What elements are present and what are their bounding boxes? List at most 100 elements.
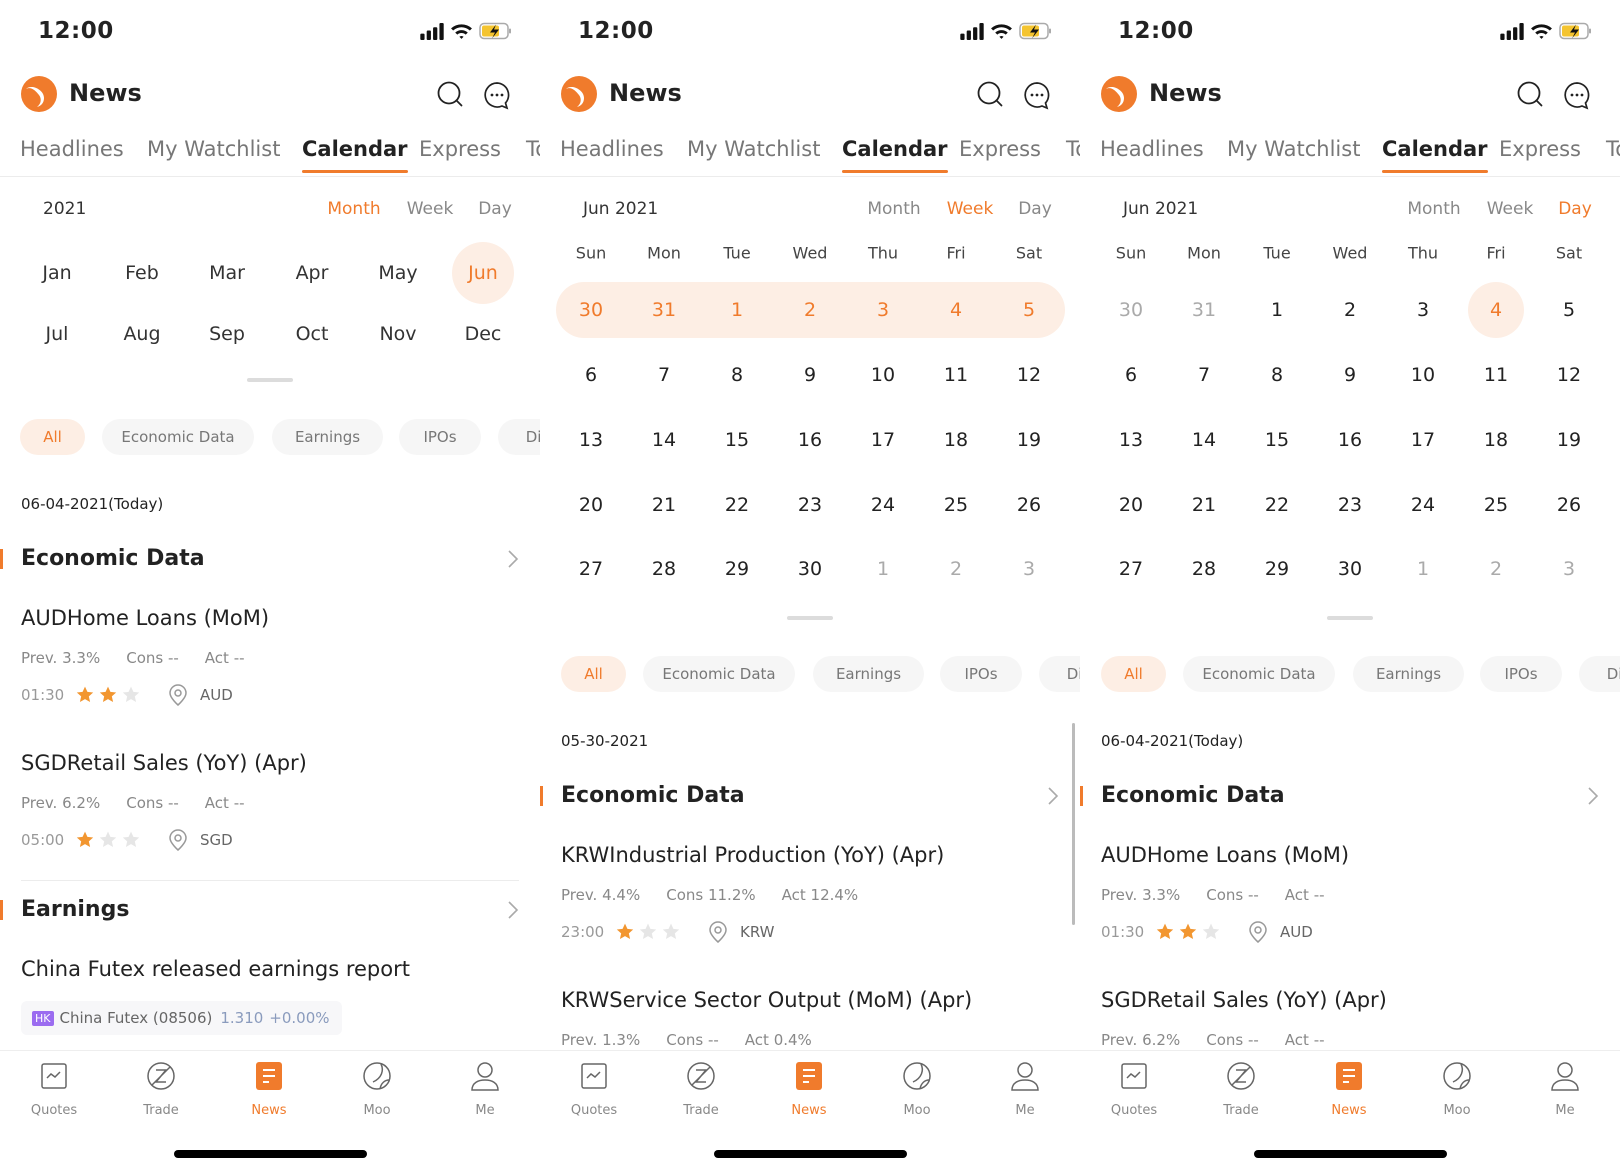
filter-all[interactable]: All	[561, 656, 626, 692]
search-icon[interactable]	[436, 80, 464, 108]
tab-to[interactable]: To	[1606, 137, 1620, 161]
day-cell[interactable]: 5	[1001, 282, 1057, 338]
day-cell[interactable]: 16	[782, 412, 838, 468]
nav-news[interactable]: News	[764, 1058, 854, 1118]
section-header[interactable]: Economic Data	[0, 539, 540, 579]
day-cell[interactable]: 1	[709, 282, 765, 338]
tab-my-watchlist[interactable]: My Watchlist	[147, 137, 280, 161]
nav-quotes[interactable]: Quotes	[1089, 1058, 1179, 1118]
day-cell[interactable]: 17	[1395, 412, 1451, 468]
day-cell[interactable]: 14	[1176, 412, 1232, 468]
day-cell[interactable]: 31	[1176, 282, 1232, 338]
day-cell[interactable]: 4	[928, 282, 984, 338]
day-cell[interactable]: 11	[1468, 347, 1524, 403]
nav-quotes[interactable]: Quotes	[549, 1058, 639, 1118]
day-cell[interactable]: 23	[1322, 477, 1378, 533]
tab-my-watchlist[interactable]: My Watchlist	[687, 137, 820, 161]
day-cell[interactable]: 10	[1395, 347, 1451, 403]
day-cell[interactable]: 22	[1249, 477, 1305, 533]
view-toggle-month[interactable]: Month	[1407, 199, 1460, 219]
day-cell[interactable]: 4	[1468, 282, 1524, 338]
day-cell[interactable]: 8	[1249, 347, 1305, 403]
calendar-drag-handle[interactable]	[787, 616, 833, 620]
day-cell[interactable]: 13	[1103, 412, 1159, 468]
chevron-right-icon[interactable]	[1587, 786, 1599, 806]
filter-economic-data[interactable]: Economic Data	[102, 419, 254, 455]
day-cell[interactable]: 1	[1249, 282, 1305, 338]
nav-trade[interactable]: Trade	[116, 1058, 206, 1118]
filter-earnings[interactable]: Earnings	[1353, 656, 1464, 692]
tab-headlines[interactable]: Headlines	[560, 137, 664, 161]
day-cell[interactable]: 15	[1249, 412, 1305, 468]
day-cell[interactable]: 25	[928, 477, 984, 533]
day-cell[interactable]: 2	[1322, 282, 1378, 338]
nav-news[interactable]: News	[224, 1058, 314, 1118]
view-toggle-month[interactable]: Month	[327, 199, 380, 219]
filter-ipos[interactable]: IPOs	[399, 419, 481, 455]
day-cell[interactable]: 6	[1103, 347, 1159, 403]
day-cell[interactable]: 30	[1322, 541, 1378, 597]
nav-me[interactable]: Me	[1520, 1058, 1610, 1118]
day-cell[interactable]: 18	[1468, 412, 1524, 468]
day-cell[interactable]: 7	[1176, 347, 1232, 403]
day-cell[interactable]: 24	[1395, 477, 1451, 533]
filter-ipos[interactable]: IPOs	[940, 656, 1022, 692]
search-icon[interactable]	[1516, 80, 1544, 108]
day-cell[interactable]: 17	[855, 412, 911, 468]
chevron-right-icon[interactable]	[1047, 786, 1059, 806]
day-cell[interactable]: 30	[563, 282, 619, 338]
view-toggle-week[interactable]: Week	[1487, 199, 1534, 219]
day-cell[interactable]: 22	[709, 477, 765, 533]
day-cell[interactable]: 1	[1395, 541, 1451, 597]
tab-to[interactable]: To	[1066, 137, 1080, 161]
day-cell[interactable]: 29	[709, 541, 765, 597]
chevron-right-icon[interactable]	[507, 549, 519, 569]
day-cell[interactable]: 16	[1322, 412, 1378, 468]
filter-div[interactable]: Div	[498, 419, 540, 455]
day-cell[interactable]: 1	[855, 541, 911, 597]
day-cell[interactable]: 2	[928, 541, 984, 597]
day-cell[interactable]: 8	[709, 347, 765, 403]
nav-moo[interactable]: Moo	[332, 1058, 422, 1118]
nav-moo[interactable]: Moo	[1412, 1058, 1502, 1118]
tab-calendar[interactable]: Calendar	[842, 137, 948, 173]
day-cell[interactable]: 2	[782, 282, 838, 338]
day-cell[interactable]: 27	[563, 541, 619, 597]
nav-trade[interactable]: Trade	[1196, 1058, 1286, 1118]
day-cell[interactable]: 3	[1541, 541, 1597, 597]
tab-my-watchlist[interactable]: My Watchlist	[1227, 137, 1360, 161]
day-cell[interactable]: 30	[1103, 282, 1159, 338]
day-cell[interactable]: 3	[1001, 541, 1057, 597]
tab-calendar[interactable]: Calendar	[302, 137, 408, 173]
day-cell[interactable]: 26	[1541, 477, 1597, 533]
month-cell[interactable]: Jun	[452, 242, 514, 304]
nav-quotes[interactable]: Quotes	[9, 1058, 99, 1118]
search-icon[interactable]	[976, 80, 1004, 108]
tab-headlines[interactable]: Headlines	[1100, 137, 1204, 161]
day-cell[interactable]: 21	[1176, 477, 1232, 533]
view-toggle-day[interactable]: Day	[1018, 199, 1052, 219]
message-icon[interactable]	[1022, 80, 1052, 110]
view-toggle-week[interactable]: Week	[947, 199, 994, 219]
day-cell[interactable]: 29	[1249, 541, 1305, 597]
filter-all[interactable]: All	[20, 419, 85, 455]
day-cell[interactable]: 26	[1001, 477, 1057, 533]
day-cell[interactable]: 30	[782, 541, 838, 597]
section-header[interactable]: Earnings	[0, 890, 540, 930]
month-cell[interactable]: Mar	[196, 242, 258, 304]
month-cell[interactable]: Apr	[281, 242, 343, 304]
day-cell[interactable]: 3	[855, 282, 911, 338]
day-cell[interactable]: 7	[636, 347, 692, 403]
message-icon[interactable]	[482, 80, 512, 110]
day-cell[interactable]: 9	[782, 347, 838, 403]
day-cell[interactable]: 19	[1541, 412, 1597, 468]
day-cell[interactable]: 31	[636, 282, 692, 338]
section-header[interactable]: Economic Data	[1080, 776, 1620, 816]
month-cell[interactable]: Sep	[196, 303, 258, 365]
day-cell[interactable]: 20	[563, 477, 619, 533]
economic-event-item[interactable]: KRWIndustrial Production (YoY) (Apr) Prev…	[540, 816, 1080, 961]
view-toggle-month[interactable]: Month	[867, 199, 920, 219]
list-scrollbar[interactable]	[1072, 723, 1075, 925]
filter-div[interactable]: Div	[1039, 656, 1080, 692]
chevron-right-icon[interactable]	[507, 900, 519, 920]
